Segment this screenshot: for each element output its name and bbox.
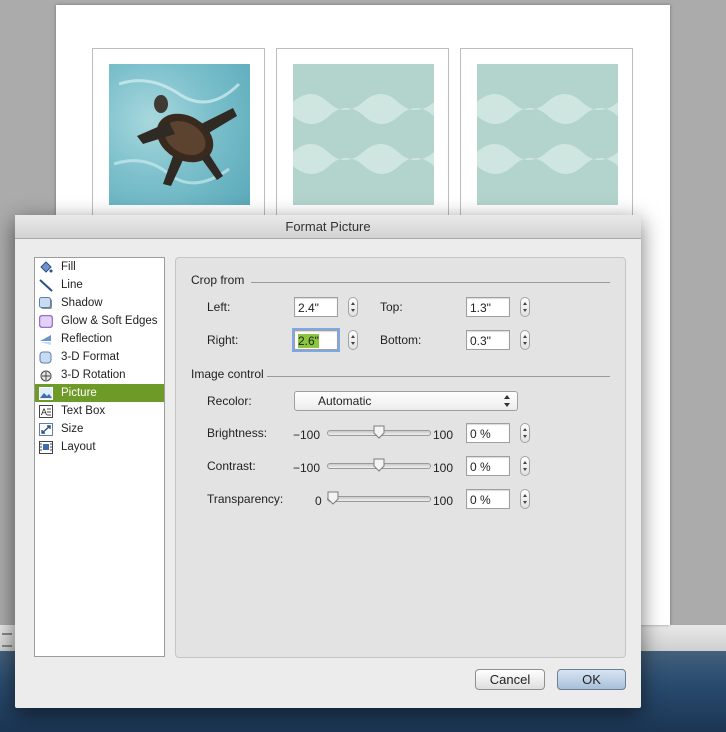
- dialog-title: Format Picture: [15, 215, 641, 239]
- transparency-label: Transparency:: [207, 492, 284, 506]
- crop-bottom-input[interactable]: 0.3": [466, 330, 510, 350]
- brightness-slider-thumb[interactable]: [373, 425, 385, 439]
- picture-frame-waves-2[interactable]: [460, 48, 633, 230]
- transparency-slider-track[interactable]: [327, 496, 431, 502]
- crop-section-title: Crop from: [191, 273, 245, 287]
- contrast-input[interactable]: 0 %: [466, 456, 510, 476]
- picture-frame-waves-1[interactable]: [276, 48, 449, 230]
- crop-right-stepper[interactable]: [348, 330, 358, 350]
- format-picture-dialog: Format Picture Fill Line Shadow Glow & S…: [15, 215, 641, 708]
- crop-right-label: Right:: [207, 333, 239, 347]
- sidebar-item-fill[interactable]: Fill: [35, 258, 164, 276]
- 3d-format-icon: [39, 351, 53, 364]
- 3d-rotation-icon: [39, 369, 53, 382]
- crop-top-input[interactable]: 1.3": [466, 297, 510, 317]
- svg-text:A: A: [41, 407, 47, 417]
- recolor-label: Recolor:: [207, 394, 252, 408]
- contrast-slider-thumb[interactable]: [373, 458, 385, 472]
- turtle-picture[interactable]: [109, 64, 250, 205]
- contrast-max-label: 100: [433, 461, 454, 475]
- crop-right-selected-text: 2.6": [298, 334, 319, 348]
- recolor-select[interactable]: Automatic: [294, 391, 518, 411]
- brightness-max-label: 100: [433, 428, 454, 442]
- sidebar-item-label: Reflection: [61, 333, 113, 345]
- crop-left-stepper[interactable]: [348, 297, 358, 317]
- picture-settings-panel: Crop from Left: 2.4" Top: 1.3" Right: 2.…: [175, 257, 626, 658]
- wave-pattern-icon: [293, 94, 434, 174]
- sidebar-item-text-box[interactable]: A Text Box: [35, 402, 164, 420]
- sidebar-item-3d-rotation[interactable]: 3-D Rotation: [35, 366, 164, 384]
- turtle-icon: [113, 79, 241, 186]
- layout-icon: [39, 440, 53, 454]
- sidebar-item-glow[interactable]: Glow & Soft Edges: [35, 312, 164, 330]
- brightness-stepper[interactable]: [520, 423, 530, 443]
- transparency-stepper[interactable]: [520, 489, 530, 509]
- image-control-section-title: Image control: [191, 367, 264, 381]
- sidebar-item-label: Size: [61, 423, 84, 435]
- transparency-min-label: 0: [315, 494, 322, 508]
- resize-grip-icon[interactable]: [2, 633, 12, 647]
- brightness-label: Brightness:: [207, 426, 268, 440]
- wave-pattern-picture[interactable]: [293, 64, 434, 205]
- sidebar-item-picture[interactable]: Picture: [35, 384, 164, 402]
- sidebar-item-3d-format[interactable]: 3-D Format: [35, 348, 164, 366]
- crop-top-label: Top:: [380, 300, 403, 314]
- sidebar-item-shadow[interactable]: Shadow: [35, 294, 164, 312]
- sidebar-item-label: Glow & Soft Edges: [61, 315, 158, 327]
- crop-bottom-label: Bottom:: [380, 333, 422, 347]
- sidebar-item-label: Picture: [61, 387, 97, 399]
- crop-right-input[interactable]: 2.6": [292, 328, 340, 352]
- transparency-max-label: 100: [433, 494, 454, 508]
- crop-left-input[interactable]: 2.4": [294, 297, 338, 317]
- brightness-input[interactable]: 0 %: [466, 423, 510, 443]
- sidebar-item-label: 3-D Rotation: [61, 369, 126, 381]
- crop-top-stepper[interactable]: [520, 297, 530, 317]
- sidebar-item-reflection[interactable]: Reflection: [35, 330, 164, 348]
- sidebar-item-line[interactable]: Line: [35, 276, 164, 294]
- sidebar-item-label: 3-D Format: [61, 351, 120, 363]
- updown-arrows-icon: [504, 395, 510, 407]
- picture-icon: [39, 386, 53, 400]
- text-box-icon: A: [39, 404, 53, 418]
- crop-left-label: Left:: [207, 300, 231, 314]
- wave-pattern-icon: [477, 94, 618, 174]
- transparency-input[interactable]: 0 %: [466, 489, 510, 509]
- cancel-button[interactable]: Cancel: [475, 669, 545, 690]
- recolor-selected-value: Automatic: [318, 394, 372, 408]
- contrast-stepper[interactable]: [520, 456, 530, 476]
- paint-bucket-icon: [39, 260, 53, 274]
- sidebar-item-label: Text Box: [61, 405, 106, 417]
- brightness-min-label: −100: [293, 428, 321, 442]
- line-icon: [39, 278, 53, 292]
- reflection-icon: [39, 333, 53, 346]
- picture-frame-turtle[interactable]: [92, 48, 265, 230]
- size-icon: [39, 422, 53, 436]
- sidebar-item-label: Layout: [61, 441, 96, 453]
- transparency-slider-thumb[interactable]: [327, 491, 339, 505]
- image-control-divider: [267, 376, 610, 377]
- sidebar-item-label: Line: [61, 279, 83, 291]
- wave-pattern-picture[interactable]: [477, 64, 618, 205]
- sidebar-item-size[interactable]: Size: [35, 420, 164, 438]
- category-list: Fill Line Shadow Glow & Soft Edges Refle…: [34, 257, 165, 657]
- glow-icon: [38, 314, 54, 328]
- sidebar-item-label: Fill: [61, 261, 76, 273]
- contrast-min-label: −100: [293, 461, 321, 475]
- sidebar-item-label: Shadow: [61, 297, 103, 309]
- crop-section-divider: [251, 282, 610, 283]
- sidebar-item-layout[interactable]: Layout: [35, 438, 164, 456]
- shadow-icon: [39, 296, 53, 310]
- contrast-label: Contrast:: [207, 459, 256, 473]
- ok-button[interactable]: OK: [557, 669, 626, 690]
- crop-bottom-stepper[interactable]: [520, 330, 530, 350]
